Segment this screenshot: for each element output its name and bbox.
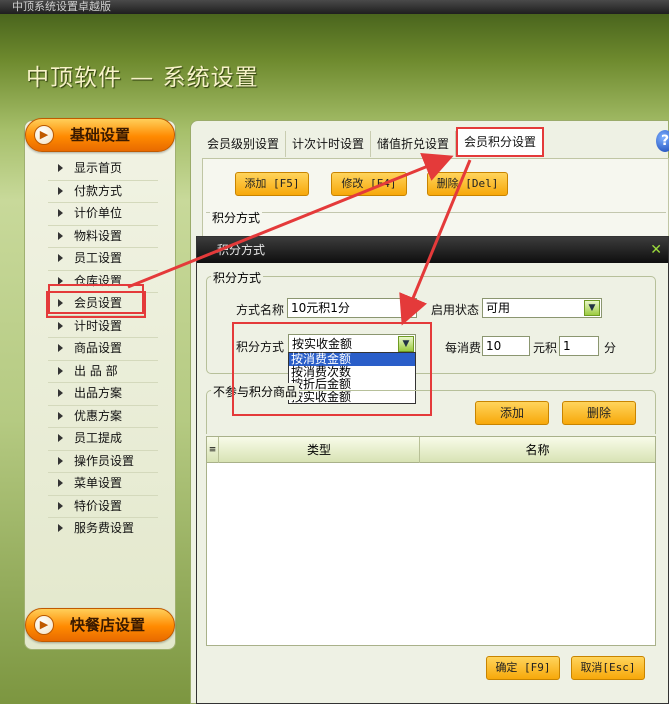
arrow-to-tab bbox=[127, 153, 454, 289]
arrow-to-dropdown bbox=[399, 159, 472, 326]
annotation-arrows bbox=[127, 153, 472, 326]
